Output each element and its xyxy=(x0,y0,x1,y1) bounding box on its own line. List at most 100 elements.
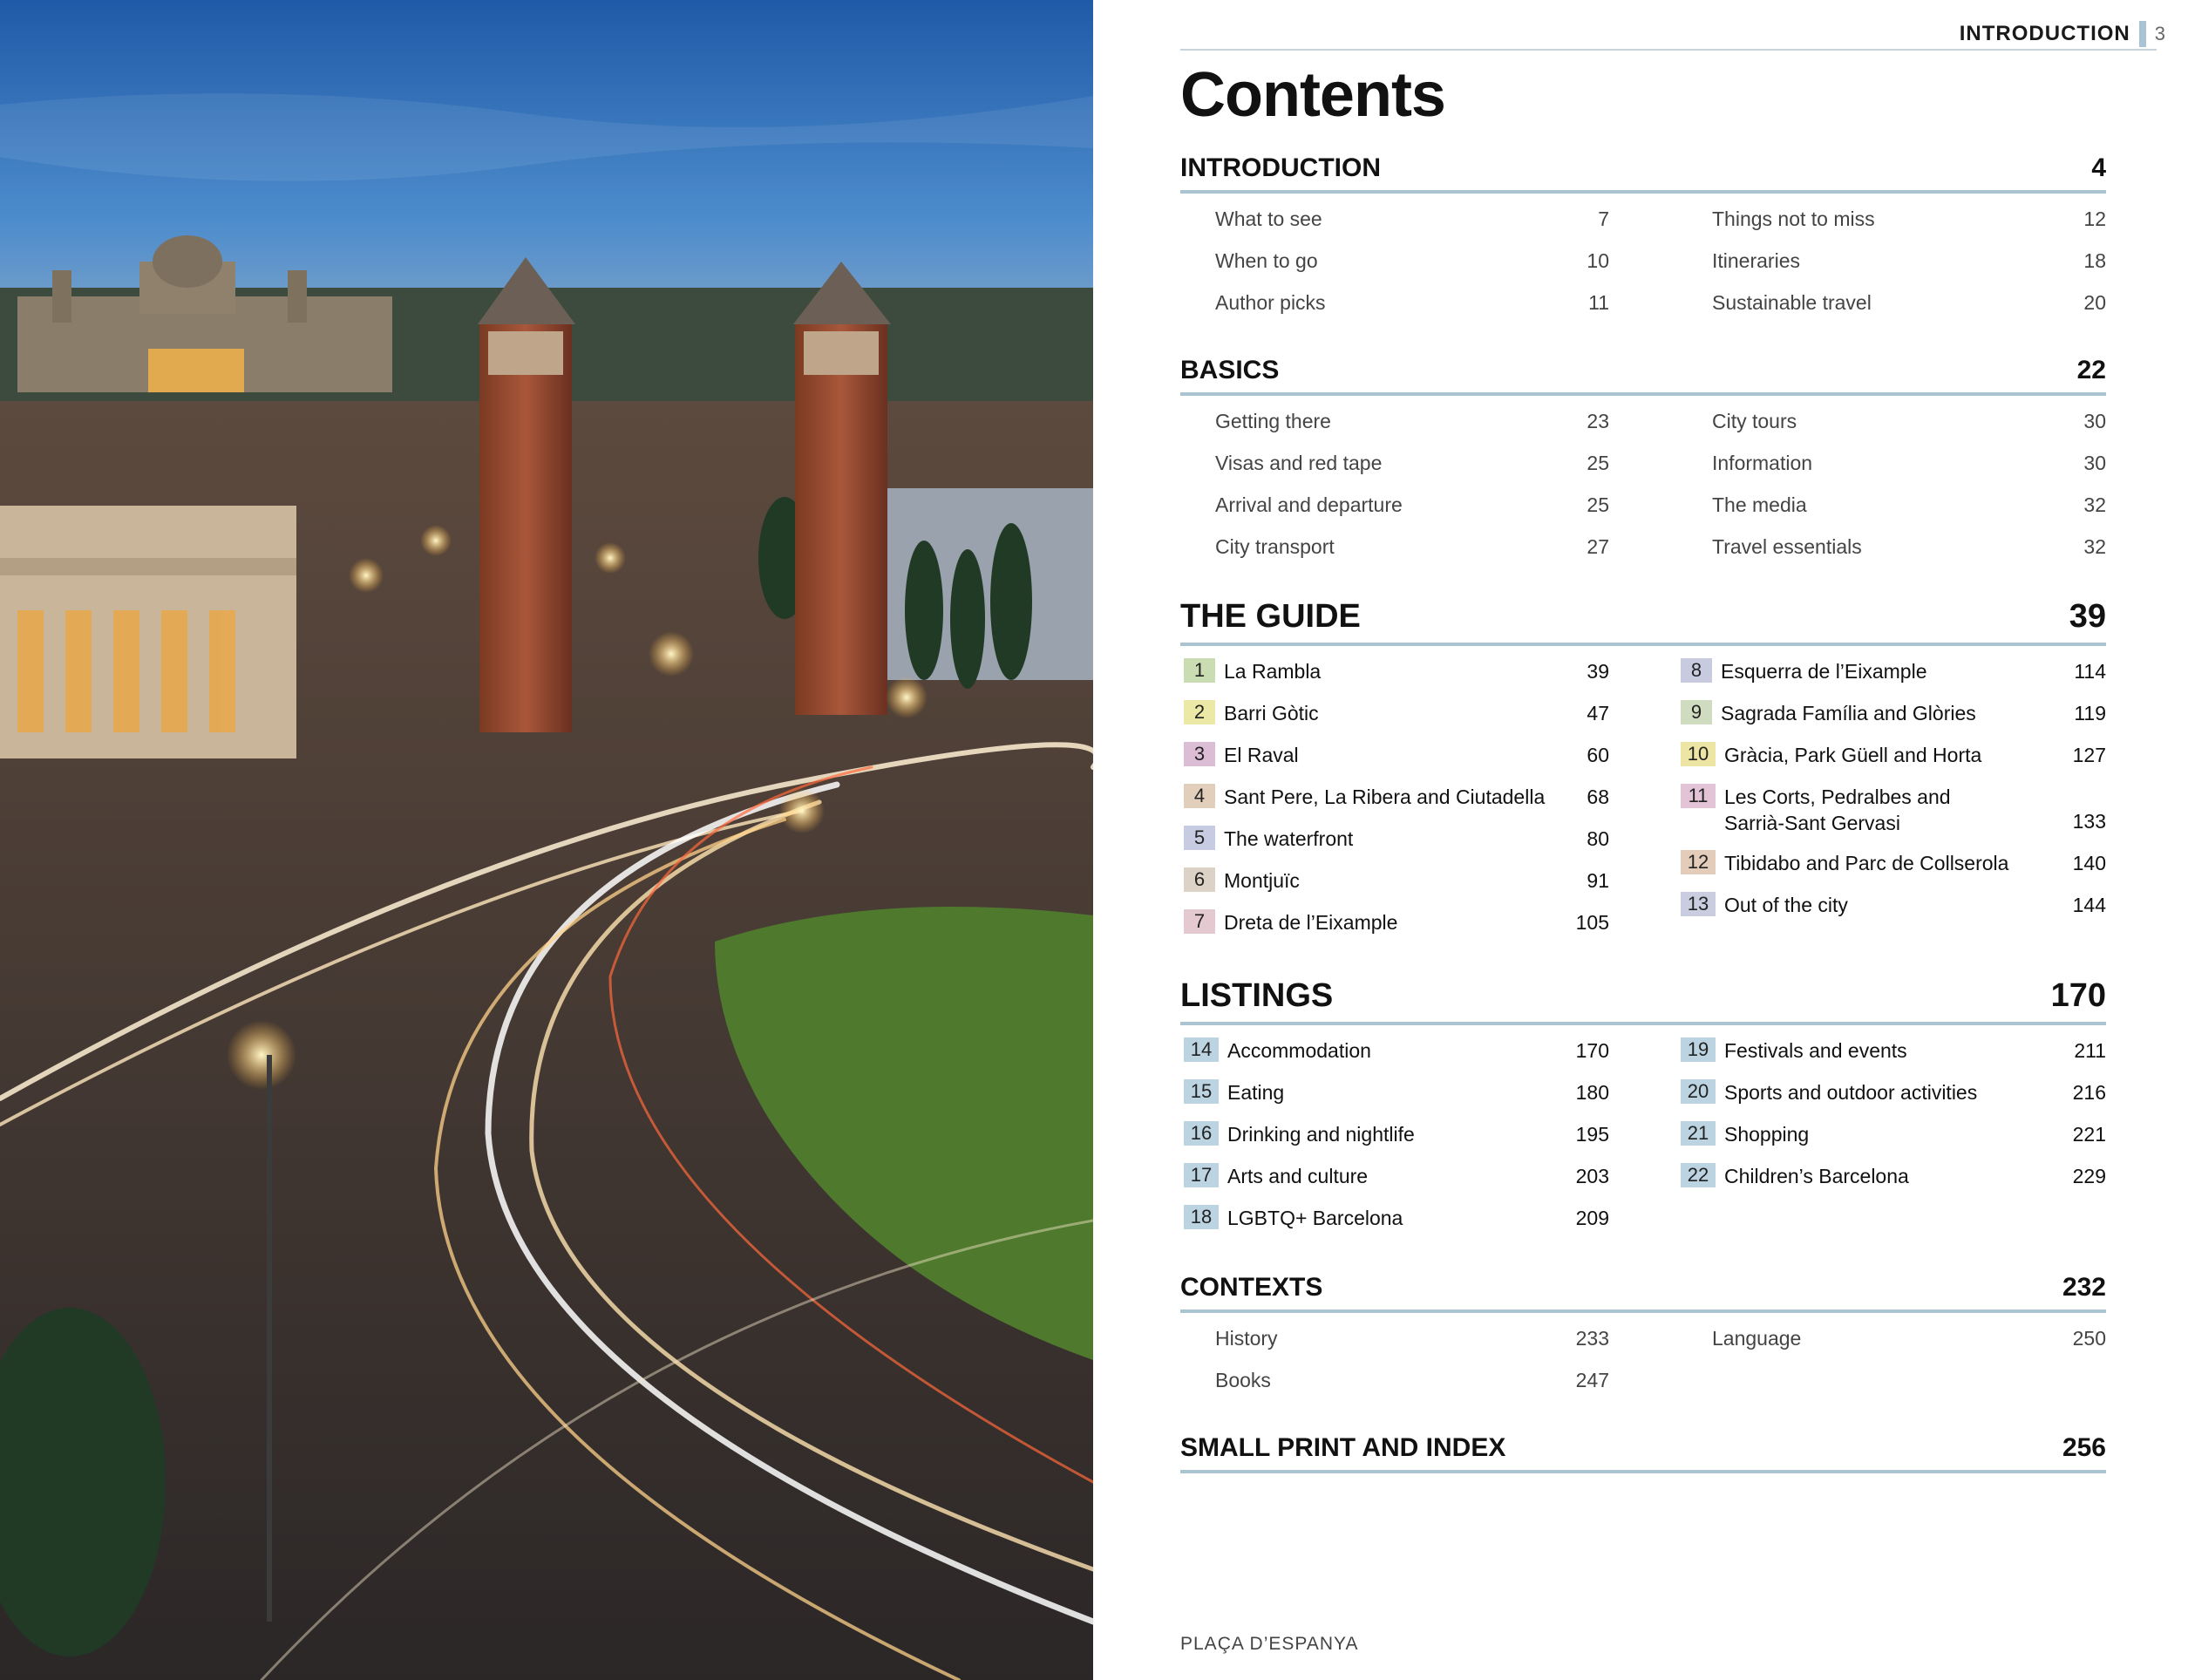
chapter-number-badge: 19 xyxy=(1681,1037,1716,1062)
toc-entry-label: Arrival and departure xyxy=(1215,493,1403,516)
chapter-entry[interactable]: 16 Drinking and nightlife 195 xyxy=(1180,1121,1609,1163)
chapter-number-badge: 13 xyxy=(1681,892,1716,916)
chapter-page: 68 xyxy=(1587,786,1609,808)
chapter-title: The waterfront xyxy=(1224,827,1354,850)
chapter-entry[interactable]: 9 Sagrada Família and Glòries 119 xyxy=(1677,700,2106,742)
toc-entry[interactable]: Language 250 xyxy=(1677,1325,2106,1367)
toc-entry[interactable]: Itineraries 18 xyxy=(1677,248,2106,289)
chapter-number-badge: 7 xyxy=(1184,909,1215,934)
chapter-page: 47 xyxy=(1587,702,1609,724)
chapter-entry[interactable]: 1 La Rambla 39 xyxy=(1180,658,1609,700)
toc-entry[interactable]: What to see 7 xyxy=(1180,206,1609,248)
section-heading[interactable]: LISTINGS 170 xyxy=(1180,977,2106,1025)
section-heading[interactable]: THE GUIDE 39 xyxy=(1180,598,2106,646)
toc-entry[interactable]: City tours 30 xyxy=(1677,408,2106,450)
chapter-entry[interactable]: 3 El Raval 60 xyxy=(1180,742,1609,784)
chapter-page: 105 xyxy=(1575,911,1609,934)
chapter-entry[interactable]: 5 The waterfront 80 xyxy=(1180,826,1609,867)
page-number: 3 xyxy=(2154,23,2165,44)
chapter-title: Drinking and nightlife xyxy=(1227,1123,1415,1146)
toc-entry[interactable]: When to go 10 xyxy=(1180,248,1609,289)
toc-entry-label: What to see xyxy=(1215,207,1322,230)
chapter-page: 170 xyxy=(1575,1039,1609,1062)
section-title: BASICS xyxy=(1180,356,1280,384)
toc-entry-page: 25 xyxy=(1587,452,1609,474)
toc-entry[interactable]: Arrival and departure 25 xyxy=(1180,492,1609,534)
page-title: Contents xyxy=(1180,60,1446,130)
contents-page: INTRODUCTION 3 Contents INTRODUCTION 4 W… xyxy=(1093,0,2188,1680)
chapter-title: Eating xyxy=(1227,1081,1285,1104)
chapter-entry[interactable]: 20 Sports and outdoor activities 216 xyxy=(1677,1079,2106,1121)
toc-entry-page: 10 xyxy=(1587,249,1609,272)
chapter-entry[interactable]: 6 Montjuïc 91 xyxy=(1180,867,1609,909)
chapter-number-badge: 14 xyxy=(1184,1037,1219,1062)
toc-entry[interactable]: Visas and red tape 25 xyxy=(1180,450,1609,492)
chapter-number-badge: 17 xyxy=(1184,1163,1219,1187)
chapter-entry[interactable]: 2 Barri Gòtic 47 xyxy=(1180,700,1609,742)
chapter-page: 203 xyxy=(1575,1165,1609,1187)
chapter-entry[interactable]: 18 LGBTQ+ Barcelona 209 xyxy=(1180,1205,1609,1247)
chapter-entry[interactable]: 11 Les Corts, Pedralbes and Sarrià-Sant G… xyxy=(1677,784,2106,850)
toc-entry[interactable]: Information 30 xyxy=(1677,450,2106,492)
toc-entry-label: Itineraries xyxy=(1712,249,1800,272)
chapter-title: Dreta de l’Eixample xyxy=(1224,911,1398,934)
toc-entry[interactable]: Books 247 xyxy=(1180,1367,1609,1409)
chapter-page: 60 xyxy=(1587,744,1609,766)
chapter-page: 209 xyxy=(1575,1207,1609,1229)
section-introduction: INTRODUCTION 4 What to see 7 When to go 10… xyxy=(1180,153,2106,331)
chapter-page: 133 xyxy=(2072,810,2106,833)
section-listings: LISTINGS 170 14 Accommodation 170 15 Eating… xyxy=(1180,977,2106,1247)
chapter-title: Accommodation xyxy=(1227,1039,1371,1062)
chapter-title: Festivals and events xyxy=(1724,1039,1907,1062)
chapter-entry[interactable]: 10 Gràcia, Park Güell and Horta 127 xyxy=(1677,742,2106,784)
chapter-number-badge: 10 xyxy=(1681,742,1716,766)
photo-caption: PLAÇA D’ESPANYA xyxy=(1180,1634,1359,1654)
chapter-entry[interactable]: 13 Out of the city 144 xyxy=(1677,892,2106,934)
toc-entry[interactable]: The media 32 xyxy=(1677,492,2106,534)
section-title: CONTEXTS xyxy=(1180,1273,1323,1302)
chapter-page: 221 xyxy=(2072,1123,2106,1146)
chapter-page: 140 xyxy=(2072,852,2106,874)
toc-entry[interactable]: Things not to miss 12 xyxy=(1677,206,2106,248)
chapter-page: 144 xyxy=(2072,894,2106,916)
toc-entry[interactable]: City transport 27 xyxy=(1180,534,1609,575)
chapter-page: 80 xyxy=(1587,827,1609,850)
cover-photo xyxy=(0,0,1093,1680)
chapter-entry[interactable]: 8 Esquerra de l’Eixample 114 xyxy=(1677,658,2106,700)
chapter-entry[interactable]: 22 Children’s Barcelona 229 xyxy=(1677,1163,2106,1205)
toc-entry-page: 11 xyxy=(1588,291,1609,314)
chapter-entry[interactable]: 15 Eating 180 xyxy=(1180,1079,1609,1121)
chapter-entry[interactable]: 19 Festivals and events 211 xyxy=(1677,1037,2106,1079)
toc-entry-label: Getting there xyxy=(1215,410,1331,432)
section-page: 256 xyxy=(2062,1433,2106,1462)
toc-entry[interactable]: History 233 xyxy=(1180,1325,1609,1367)
chapter-entry[interactable]: 14 Accommodation 170 xyxy=(1180,1037,1609,1079)
section-heading[interactable]: SMALL PRINT AND INDEX 256 xyxy=(1180,1433,2106,1473)
toc-entry[interactable]: Sustainable travel 20 xyxy=(1677,289,2106,331)
chapter-entry[interactable]: 7 Dreta de l’Eixample 105 xyxy=(1180,909,1609,951)
toc-entry[interactable]: Author picks 11 xyxy=(1180,289,1609,331)
chapter-entry[interactable]: 4 Sant Pere, La Ribera and Ciutadella 68 xyxy=(1180,784,1609,826)
chapter-page: 216 xyxy=(2072,1081,2106,1104)
section-page: 4 xyxy=(2091,153,2106,182)
section-heading[interactable]: CONTEXTS 232 xyxy=(1180,1273,2106,1313)
toc-entry-page: 233 xyxy=(1575,1327,1609,1350)
chapter-entry[interactable]: 12 Tibidabo and Parc de Collserola 140 xyxy=(1677,850,2106,892)
chapter-title: Esquerra de l’Eixample xyxy=(1721,660,1927,683)
toc-entry[interactable]: Getting there 23 xyxy=(1180,408,1609,450)
section-heading[interactable]: INTRODUCTION 4 xyxy=(1180,153,2106,194)
toc-entry-page: 12 xyxy=(2083,207,2106,230)
section-heading[interactable]: BASICS 22 xyxy=(1180,356,2106,396)
toc-entry-label: Information xyxy=(1712,452,1813,474)
toc-entry-label: Visas and red tape xyxy=(1215,452,1383,474)
chapter-number-badge: 2 xyxy=(1184,700,1215,724)
toc-entry-page: 247 xyxy=(1575,1369,1609,1391)
chapter-number-badge: 5 xyxy=(1184,826,1215,850)
chapter-page: 195 xyxy=(1575,1123,1609,1146)
chapter-number-badge: 21 xyxy=(1681,1121,1716,1146)
toc-entry[interactable]: Travel essentials 32 xyxy=(1677,534,2106,575)
chapter-entry[interactable]: 17 Arts and culture 203 xyxy=(1180,1163,1609,1205)
running-head-bar xyxy=(2138,21,2146,47)
chapter-title: Les Corts, Pedralbes and Sarrià-Sant Ger… xyxy=(1724,786,1951,834)
chapter-entry[interactable]: 21 Shopping 221 xyxy=(1677,1121,2106,1163)
